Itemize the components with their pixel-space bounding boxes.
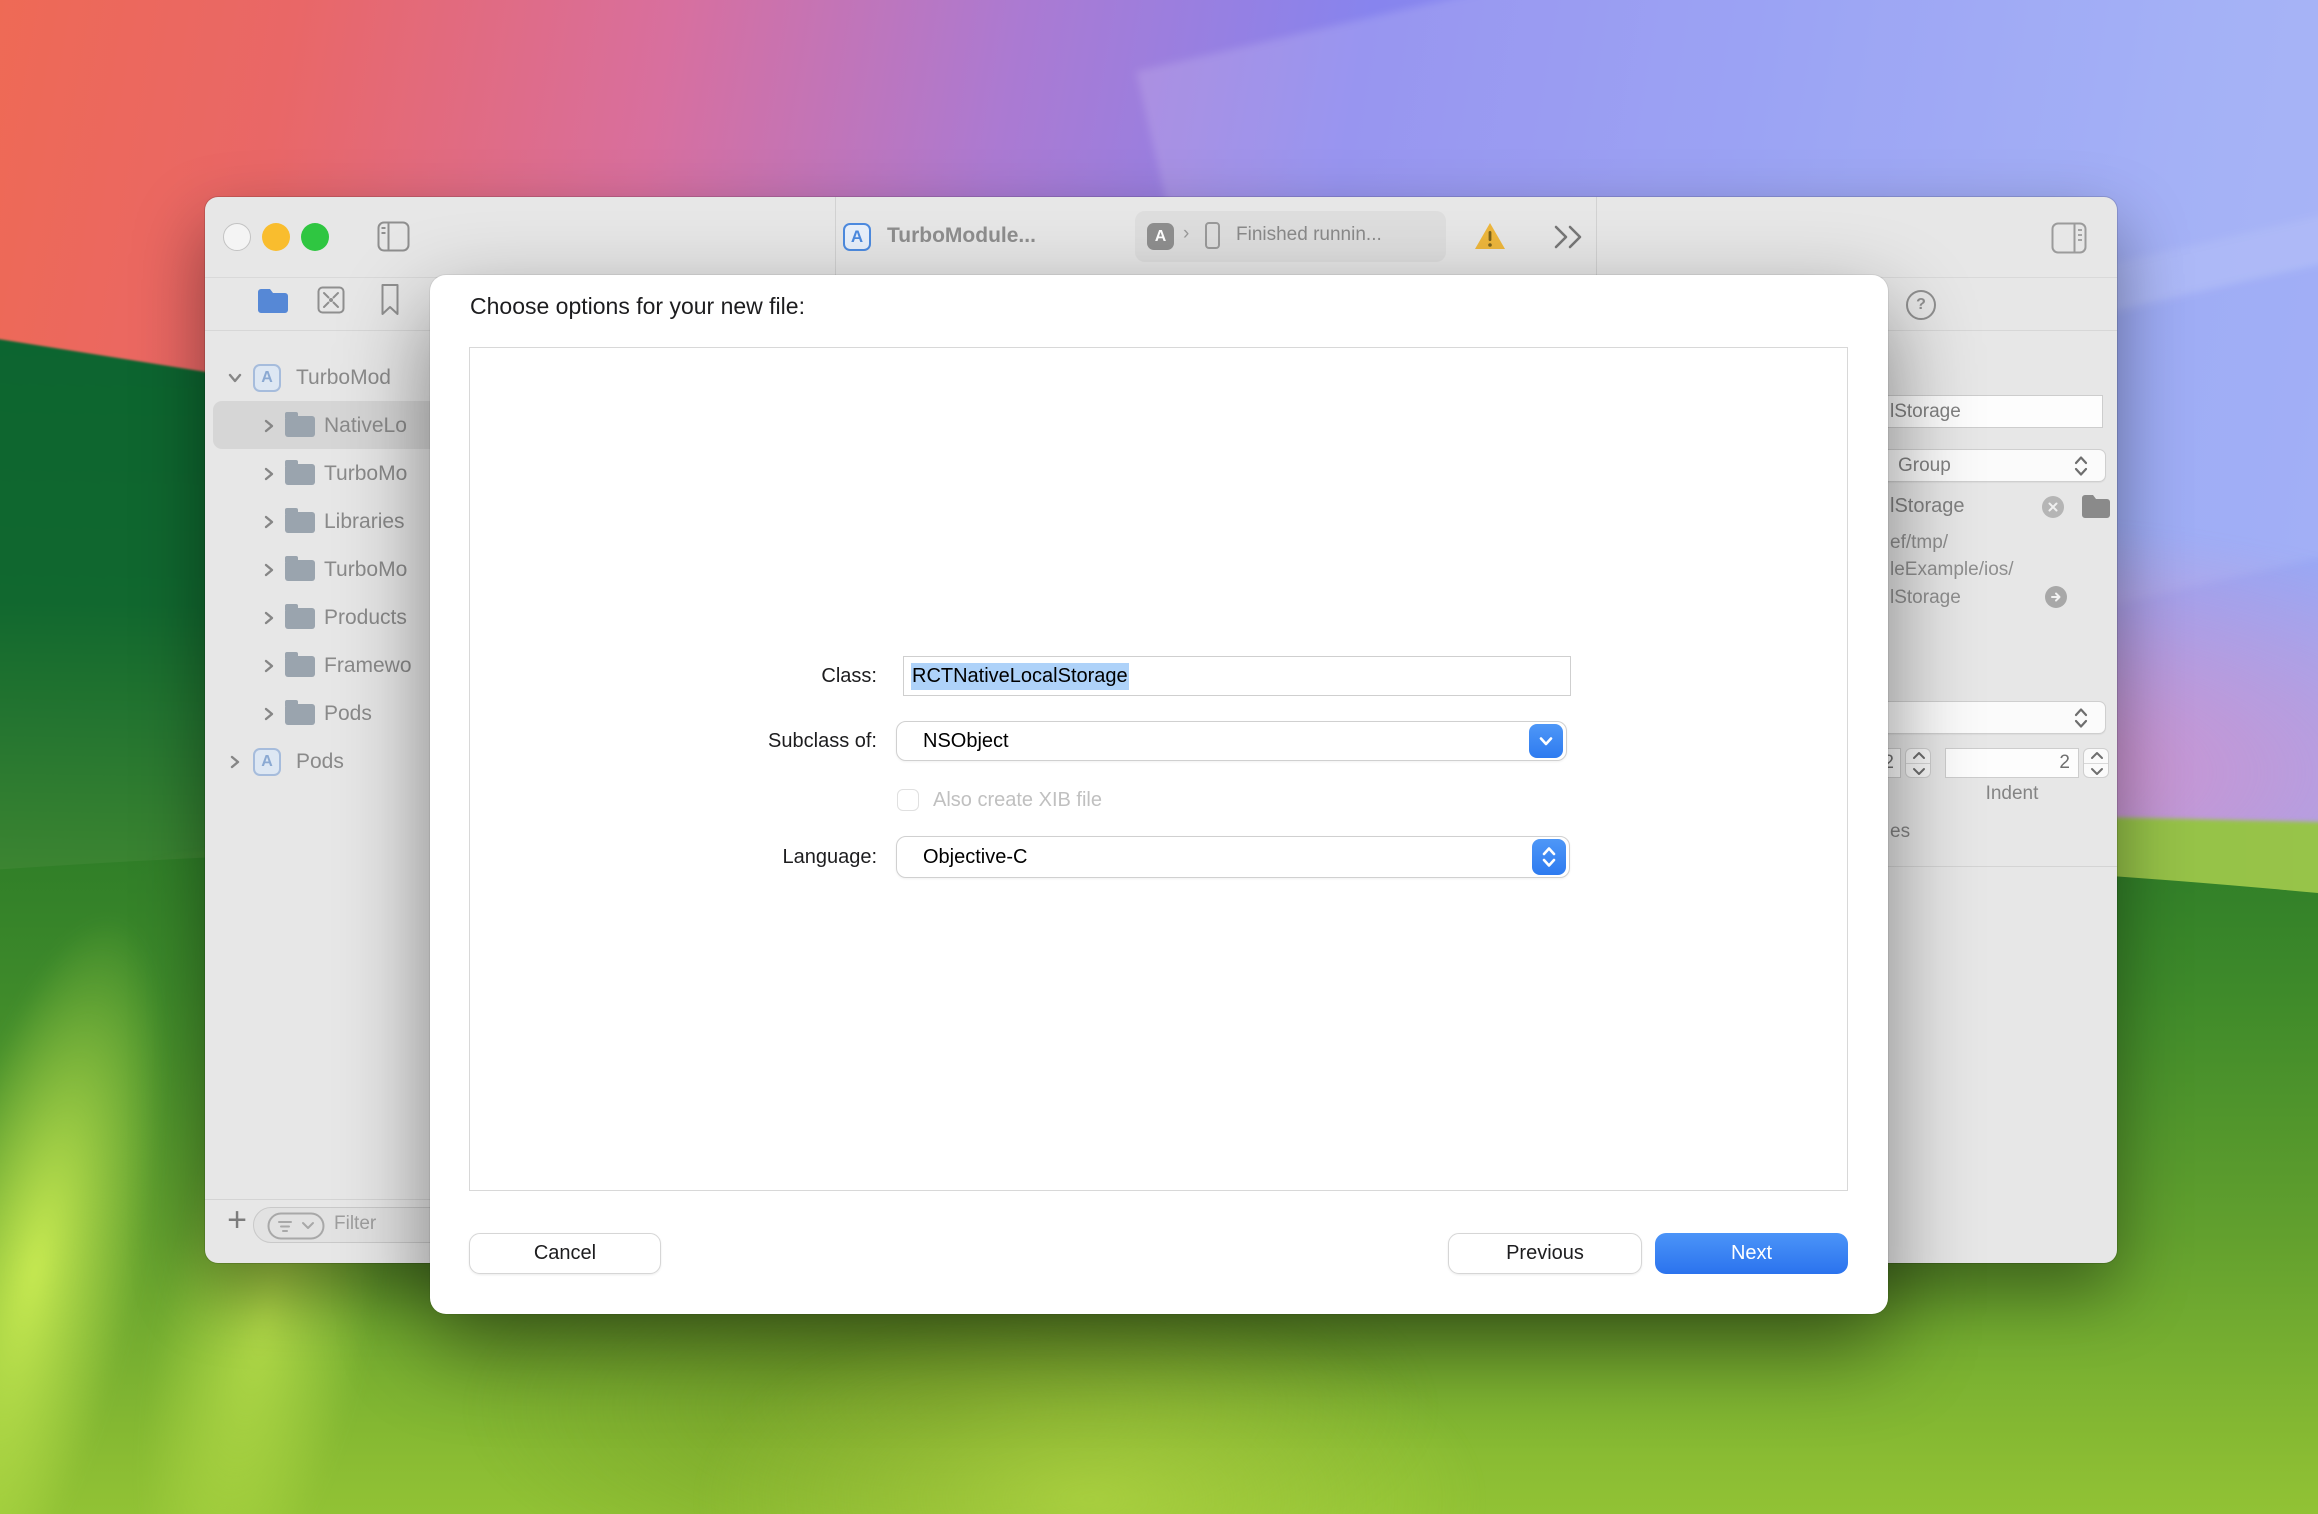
xib-checkbox[interactable]: [897, 789, 919, 811]
folder-icon: [285, 704, 315, 725]
indent-width-stepper[interactable]: [2083, 748, 2109, 778]
project-navigator-folder-icon[interactable]: [257, 287, 289, 314]
file-path-line: ef/tmp/: [1890, 532, 1948, 554]
popup-chevrons-icon: [2073, 454, 2089, 478]
class-label: Class:: [657, 665, 877, 688]
close-button[interactable]: [223, 223, 251, 251]
folder-icon: [285, 512, 315, 533]
chevron-right-icon[interactable]: [260, 513, 278, 531]
language-popup[interactable]: Objective-C: [896, 836, 1570, 878]
bookmark-icon[interactable]: [380, 283, 400, 317]
up-down-chevrons-icon: [1541, 845, 1557, 869]
chevron-right-icon[interactable]: [260, 609, 278, 627]
sidebar-item-label: Framewo: [324, 654, 412, 678]
device-phone-icon: [1205, 222, 1220, 249]
help-icon[interactable]: ?: [1906, 290, 1936, 320]
clear-icon[interactable]: [2042, 496, 2064, 518]
toolbar-divider: [835, 197, 836, 277]
folder-icon: [285, 464, 315, 485]
breadcrumb-separator: ›: [1183, 223, 1189, 245]
file-path-line: leExample/ios/: [1890, 559, 2014, 581]
popup-chevrons-icon: [2073, 706, 2089, 730]
sidebar-item-label: Pods: [296, 750, 344, 774]
class-input-value: RCTNativeLocalStorage: [911, 663, 1129, 690]
language-label: Language:: [657, 846, 877, 869]
subclass-value: NSObject: [923, 730, 1009, 753]
chevron-right-icon[interactable]: [260, 561, 278, 579]
scheme-app-icon: A: [1147, 223, 1174, 250]
class-input[interactable]: RCTNativeLocalStorage: [903, 656, 1571, 696]
folder-icon: [285, 416, 315, 437]
dialog-content-panel: [469, 347, 1848, 1191]
file-name-value: lStorage: [1890, 401, 1961, 423]
language-value: Objective-C: [923, 846, 1027, 869]
toggle-left-sidebar-icon[interactable]: [377, 221, 410, 252]
chevron-right-icon[interactable]: [260, 657, 278, 675]
chevron-right-icon[interactable]: [260, 417, 278, 435]
toolbar-divider: [1596, 197, 1597, 277]
double-chevron-right-icon[interactable]: [1548, 223, 1588, 251]
cancel-button[interactable]: Cancel: [469, 1233, 661, 1274]
minimize-button[interactable]: [262, 223, 290, 251]
sidebar-item-label: Pods: [324, 702, 372, 726]
filter-icon: [267, 1212, 325, 1240]
xib-checkbox-label: Also create XIB file: [933, 789, 1102, 812]
combo-chevron-button[interactable]: [1529, 724, 1563, 758]
project-file-icon: A: [253, 748, 281, 776]
file-path-line: lStorage: [1890, 587, 1961, 609]
zoom-button[interactable]: [301, 223, 329, 251]
popup-stepper-button[interactable]: [1532, 839, 1566, 875]
indent-label: Indent: [1945, 783, 2079, 805]
x-square-icon[interactable]: [317, 285, 345, 315]
folder-icon: [285, 560, 315, 581]
toggle-right-inspector-icon[interactable]: [2051, 222, 2087, 254]
folder-icon: [285, 656, 315, 677]
desktop: A TurboModule... A › Finished runnin...: [0, 0, 2318, 1514]
window-title: TurboModule...: [887, 224, 1036, 248]
next-button[interactable]: Next: [1655, 1233, 1848, 1274]
sidebar-item-label: Products: [324, 606, 407, 630]
indent-width-value: 2: [2059, 752, 2070, 774]
sidebar-item-label: Libraries: [324, 510, 405, 534]
chevron-right-icon[interactable]: [260, 465, 278, 483]
tab-width-stepper[interactable]: [1905, 748, 1931, 778]
chevron-right-icon[interactable]: [260, 705, 278, 723]
sidebar-item-label: NativeLo: [324, 414, 407, 438]
xcode-project-icon: A: [843, 223, 871, 251]
chevron-down-icon[interactable]: [226, 369, 244, 387]
status-text: Finished runnin...: [1236, 224, 1382, 246]
sidebar-item-label: TurboMod: [296, 366, 391, 390]
choose-folder-icon[interactable]: [2081, 493, 2111, 519]
new-file-options-dialog: Choose options for your new file: Class:…: [430, 275, 1888, 1314]
sidebar-item-label: TurboMo: [324, 462, 407, 486]
filter-placeholder: Filter: [334, 1213, 376, 1235]
folder-icon: [285, 608, 315, 629]
location-value: Group: [1898, 455, 1951, 477]
dialog-title: Choose options for your new file:: [470, 293, 805, 320]
previous-button[interactable]: Previous: [1448, 1233, 1642, 1274]
reveal-arrow-icon[interactable]: [2045, 586, 2067, 608]
wrap-lines-label-fragment: es: [1890, 821, 1910, 843]
project-file-icon: A: [253, 364, 281, 392]
add-button[interactable]: +: [222, 1201, 252, 1245]
file-reference-name: lStorage: [1890, 495, 1965, 518]
chevron-right-icon[interactable]: [226, 753, 244, 771]
subclass-label: Subclass of:: [657, 730, 877, 753]
sidebar-item-label: TurboMo: [324, 558, 407, 582]
indent-width-field[interactable]: 2: [1945, 748, 2079, 778]
warning-icon[interactable]: [1473, 220, 1507, 252]
subclass-combo[interactable]: NSObject: [896, 721, 1567, 761]
activity-status-pill[interactable]: A › Finished runnin...: [1135, 211, 1446, 262]
chevron-down-icon: [1538, 736, 1554, 747]
